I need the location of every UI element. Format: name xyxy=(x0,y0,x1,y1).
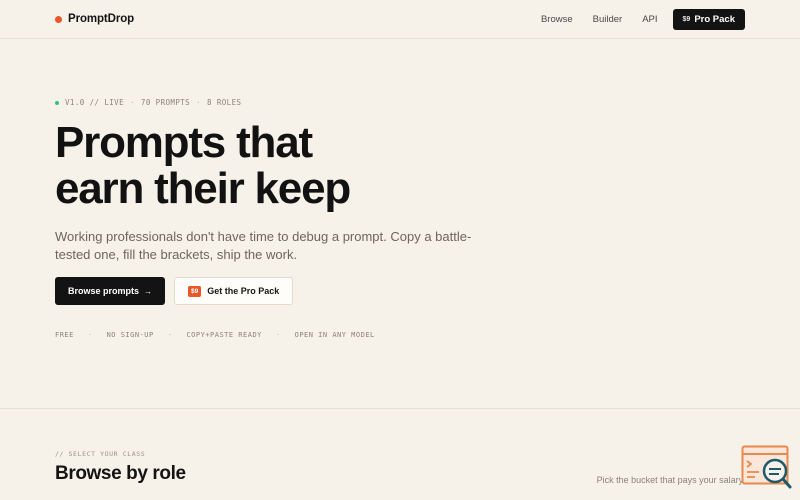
nav-link-builder[interactable]: Builder xyxy=(593,14,623,25)
feature-any-model: OPEN IN ANY MODEL xyxy=(294,331,375,339)
nav-links: Browse Builder API $9 Pro Pack xyxy=(541,8,745,30)
headline-line-2: earn their keep xyxy=(55,164,351,213)
feature-copy-paste: COPY+PASTE READY xyxy=(186,331,262,339)
section-divider xyxy=(0,408,800,409)
separator: · xyxy=(167,331,173,339)
landing-page: PromptDrop Browse Builder API $9 Pro Pac… xyxy=(0,0,800,500)
pro-pack-label: Pro Pack xyxy=(694,13,735,25)
separator: · xyxy=(196,98,201,107)
feature-free: FREE xyxy=(55,331,74,339)
section-eyebrow: // SELECT YOUR CLASS xyxy=(55,450,146,458)
get-pro-pack-label: Get the Pro Pack xyxy=(207,286,280,296)
nav-link-browse[interactable]: Browse xyxy=(541,14,573,25)
brand-dot-icon xyxy=(55,15,62,23)
brand-logo[interactable]: PromptDrop xyxy=(55,13,134,25)
hero-subtitle: Working professionals don't have time to… xyxy=(55,229,472,262)
browse-prompts-button[interactable]: Browse prompts → xyxy=(55,277,166,305)
feature-list: FREE · NO SIGN-UP · COPY+PASTE READY · O… xyxy=(55,331,755,339)
role-count: 8 ROLES xyxy=(207,98,242,107)
section-subtitle: Pick the bucket that pays your salary. xyxy=(596,475,745,485)
headline-line-1: Prompts that xyxy=(55,118,313,167)
search-document-icon[interactable] xyxy=(741,445,793,490)
separator: · xyxy=(87,331,93,339)
cta-row: Browse prompts → $9 Get the Pro Pack xyxy=(55,277,755,305)
live-status-icon xyxy=(55,100,59,105)
prompt-count: 70 PROMPTS xyxy=(140,98,191,107)
feature-no-signup: NO SIGN-UP xyxy=(106,331,154,339)
hero-headline: Prompts that earn their keep xyxy=(55,120,755,212)
separator: · xyxy=(275,331,281,339)
price-badge: $9 xyxy=(188,285,202,297)
pro-pack-price: $9 xyxy=(682,15,691,23)
top-nav: PromptDrop Browse Builder API $9 Pro Pac… xyxy=(0,0,800,39)
separator: · xyxy=(130,98,135,107)
brand-name: PromptDrop xyxy=(68,13,135,25)
get-pro-pack-button[interactable]: $9 Get the Pro Pack xyxy=(174,277,294,305)
version-label: V1.0 // LIVE xyxy=(65,98,124,107)
status-line: V1.0 // LIVE · 70 PROMPTS · 8 ROLES xyxy=(55,98,755,107)
browse-prompts-label: Browse prompts xyxy=(68,286,140,296)
nav-link-api[interactable]: API xyxy=(642,14,657,25)
arrow-right-icon: → xyxy=(144,286,153,296)
pro-pack-button[interactable]: $9 Pro Pack xyxy=(672,8,745,30)
browse-section: // SELECT YOUR CLASS Browse by role Pick… xyxy=(55,450,755,485)
hero-section: V1.0 // LIVE · 70 PROMPTS · 8 ROLES Prom… xyxy=(55,98,755,339)
